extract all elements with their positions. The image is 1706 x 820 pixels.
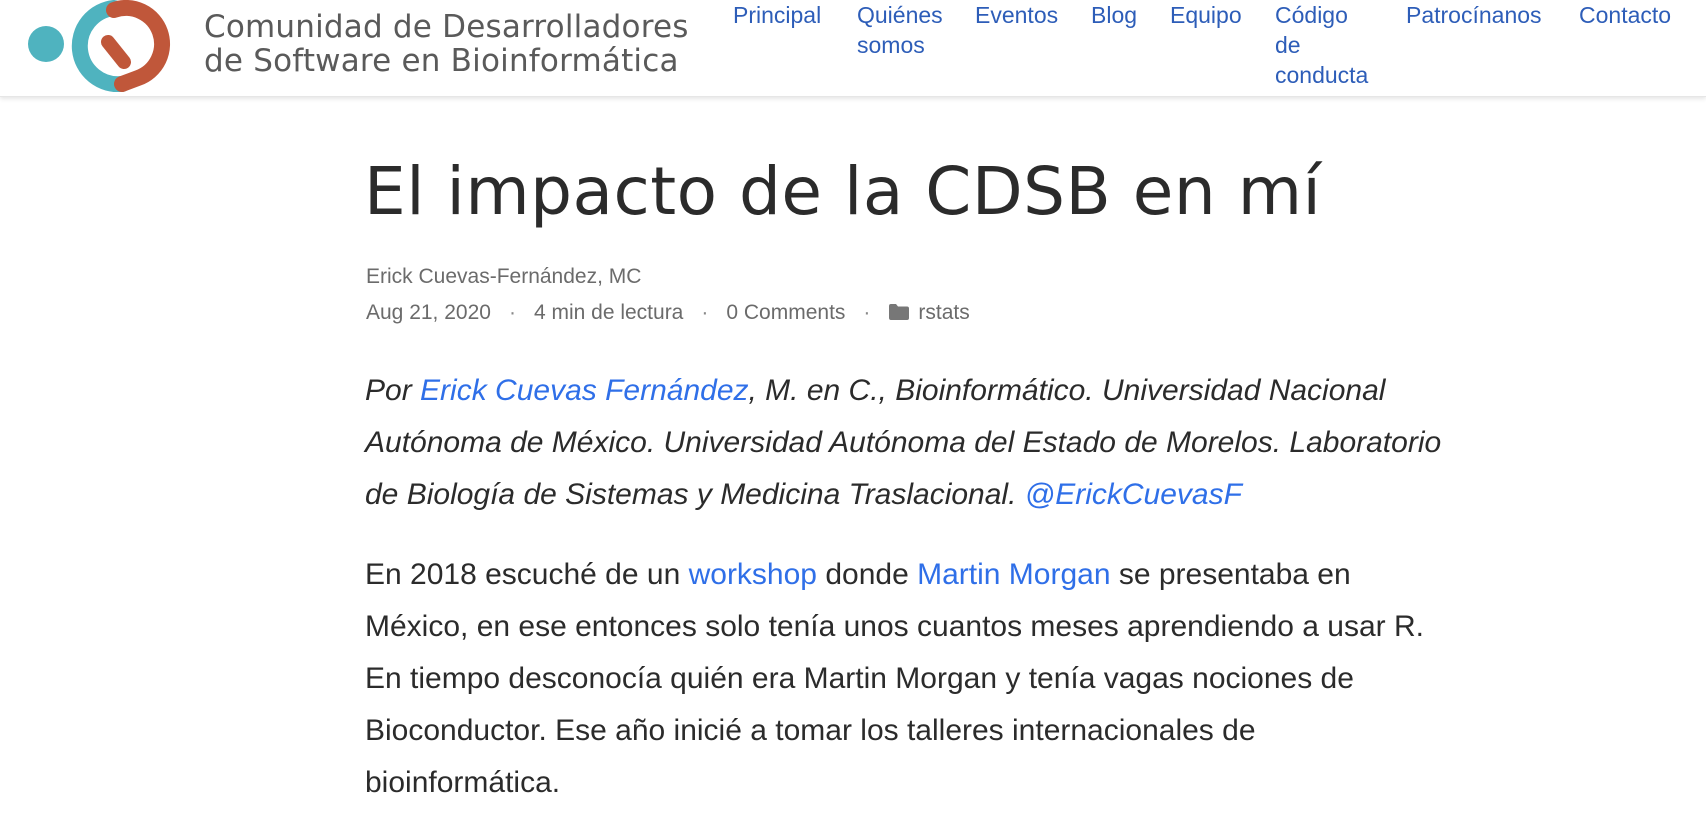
nav-principal[interactable]: Principal <box>733 0 821 30</box>
paragraph-text-2: donde <box>817 558 918 591</box>
logo-line-2: de Software en Bioinformática <box>204 43 679 79</box>
meta-separator: · <box>863 301 871 324</box>
nav-contacto-label: Contacto <box>1579 2 1672 28</box>
paragraph-text-3: se presentaba en México, en ese entonces… <box>365 558 1424 799</box>
author-twitter-link[interactable]: @ErickCuevasF <box>1025 478 1242 511</box>
post-author-name: Erick Cuevas-Fernández, MC <box>366 265 642 288</box>
nav-quienes-line2: somos <box>857 32 925 58</box>
logo-line-1: Comunidad de Desarrolladores <box>204 9 689 45</box>
post-meta: Aug 21, 2020 · 4 min de lectura · 0 Comm… <box>366 301 970 325</box>
nav-eventos-label: Eventos <box>975 2 1059 28</box>
martin-morgan-link[interactable]: Martin Morgan <box>917 558 1110 591</box>
logo-text: Comunidad de Desarrolladores de Software… <box>204 10 689 78</box>
nav-equipo-label: Equipo <box>1170 2 1242 28</box>
nav-patrocinanos-label: Patrocínanos <box>1406 2 1542 28</box>
nav-patrocinanos[interactable]: Patrocínanos <box>1406 0 1542 30</box>
nav-eventos[interactable]: Eventos <box>975 0 1058 30</box>
nav-equipo[interactable]: Equipo <box>1170 0 1242 30</box>
folder-icon <box>888 303 910 327</box>
meta-separator: · <box>508 301 516 324</box>
nav-codigo-line3: conducta <box>1275 62 1369 88</box>
nav-quienes-line1: Quiénes <box>857 2 943 28</box>
byline-prefix: Por <box>365 374 421 407</box>
post-byline: Por Erick Cuevas Fernández, M. en C., Bi… <box>365 365 1455 521</box>
nav-blog[interactable]: Blog <box>1091 0 1137 30</box>
nav-quienes-somos[interactable]: Quiénes somos <box>857 0 943 60</box>
post-title: El impacto de la CDSB en mí <box>364 153 1322 230</box>
post-comments-link[interactable]: 0 Comments <box>726 301 845 325</box>
post-author[interactable]: Erick Cuevas-Fernández, MC <box>366 265 641 289</box>
workshop-link[interactable]: workshop <box>689 558 817 591</box>
site-navbar: Comunidad de Desarrolladores de Software… <box>0 0 1706 97</box>
post-category-link[interactable]: rstats <box>918 301 969 325</box>
cdsb-logo-icon <box>28 0 171 92</box>
site-logo[interactable]: Comunidad de Desarrolladores de Software… <box>26 0 689 92</box>
author-profile-link[interactable]: Erick Cuevas Fernández <box>420 374 748 407</box>
nav-contacto[interactable]: Contacto <box>1579 0 1671 30</box>
post-reading-time: 4 min de lectura <box>533 301 684 324</box>
nav-principal-label: Principal <box>733 2 822 28</box>
nav-codigo-de-conducta[interactable]: Código de conducta <box>1275 0 1368 90</box>
meta-separator: · <box>701 301 709 324</box>
nav-blog-label: Blog <box>1091 2 1138 28</box>
nav-codigo-line1: Código <box>1275 2 1348 28</box>
post-date: Aug 21, 2020 <box>366 301 491 324</box>
paragraph-text-1: En 2018 escuché de un <box>365 558 689 591</box>
nav-codigo-line2: de <box>1275 32 1301 58</box>
post-paragraph: En 2018 escuché de un workshop donde Mar… <box>365 549 1455 809</box>
